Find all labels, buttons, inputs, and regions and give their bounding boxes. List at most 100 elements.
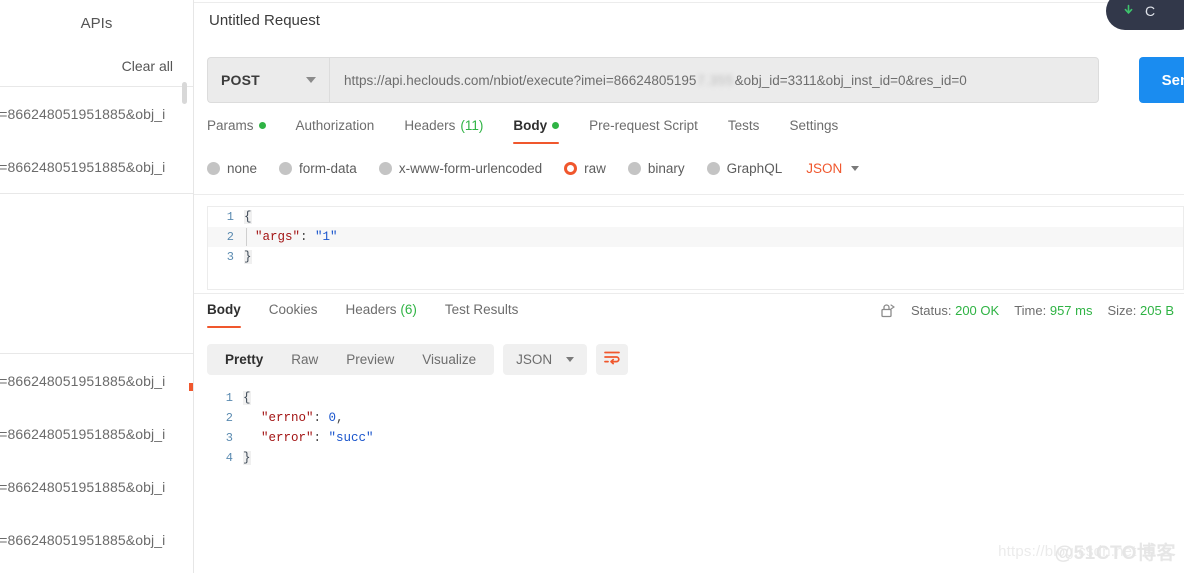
http-method-label: POST [221, 72, 260, 88]
response-format-select[interactable]: JSON [503, 344, 588, 375]
code-key: "args" [255, 230, 301, 244]
response-body-viewer[interactable]: 1 { 2 "errno" : 0 , 3 "error" : "succ" 4… [207, 388, 1184, 468]
history-group-2: | | | [0, 194, 193, 353]
code-colon: : [300, 230, 316, 244]
sidebar: APIs Clear all i=866248051951885&obj_i i… [0, 0, 194, 573]
list-item[interactable]: | [0, 247, 193, 300]
request-body-editor[interactable]: 1 { 2 "args" : "1" 3 } [207, 206, 1184, 290]
view-preview-button[interactable]: Preview [332, 344, 408, 375]
body-type-radios: none form-data x-www-form-urlencoded raw… [207, 161, 860, 176]
status-label: Status: [911, 303, 952, 318]
runner-pill[interactable]: C [1106, 0, 1184, 30]
view-pretty-button[interactable]: Pretty [211, 344, 277, 375]
history-group-3: i=866248051951885&obj_i i=86624805195188… [0, 354, 193, 566]
response-tab-headers[interactable]: Headers (6) [346, 302, 417, 328]
url-suffix: &obj_id=3311&obj_inst_id=0&res_id=0 [734, 72, 967, 88]
url-input[interactable]: https://api.heclouds.com/nbiot/execute?i… [329, 57, 1099, 103]
list-item[interactable]: i=866248051951885&obj_i [0, 407, 193, 460]
sidebar-accent-marker [189, 383, 193, 391]
response-format-label: JSON [516, 352, 553, 367]
list-item[interactable]: i=866248051951885&obj_i [0, 513, 193, 566]
indent-guide [246, 228, 247, 246]
http-method-select[interactable]: POST [207, 57, 329, 103]
code-value: 0 [328, 411, 337, 425]
tab-tests[interactable]: Tests [728, 118, 776, 144]
response-tab-test-results[interactable]: Test Results [445, 302, 519, 328]
list-item[interactable]: | [0, 300, 193, 353]
list-item[interactable]: i=866248051951885&obj_i [0, 87, 193, 140]
history-group-1: i=866248051951885&obj_i i=86624805195188… [0, 87, 193, 193]
time-label: Time: [1014, 303, 1047, 318]
view-raw-button[interactable]: Raw [277, 344, 332, 375]
chevron-down-icon [306, 77, 316, 83]
code-key: "errno" [261, 411, 314, 425]
size-value: 205 B [1140, 303, 1174, 318]
list-item[interactable]: i=866248051951885&obj_i [0, 460, 193, 513]
body-type-graphql[interactable]: GraphQL [706, 161, 782, 176]
time-value: 957 ms [1049, 303, 1093, 318]
line-number: 3 [225, 431, 233, 445]
body-type-binary[interactable]: binary [627, 161, 685, 176]
tab-settings[interactable]: Settings [789, 118, 854, 144]
chevron-down-icon [851, 166, 860, 171]
tab-authorization[interactable]: Authorization [296, 118, 391, 144]
body-format-select[interactable]: JSON [806, 161, 860, 176]
list-item[interactable]: | [0, 194, 193, 247]
view-visualize-button[interactable]: Visualize [408, 344, 490, 375]
code-line: 1 { [208, 207, 1183, 227]
tab-pre-request-script[interactable]: Pre-request Script [589, 118, 714, 144]
history-item-label: i=866248051951885&obj_i [0, 425, 166, 442]
size-group: Size: 205 B [1107, 303, 1174, 318]
watermark: https://blog.csdn.net @51CTO博客 [998, 538, 1176, 565]
radio-icon [279, 162, 293, 175]
list-item[interactable]: i=866248051951885&obj_i [0, 140, 193, 193]
tab-body-label: Body [513, 118, 548, 133]
code-text: { [243, 391, 251, 405]
code-line: 3 "error" : "succ" [207, 428, 1184, 448]
sidebar-scrollbar[interactable] [182, 82, 187, 104]
tab-params-label: Params [207, 118, 254, 133]
url-prefix: https://api.heclouds.com/nbiot/execute?i… [344, 72, 697, 88]
download-arrow-icon [1122, 4, 1135, 19]
body-modified-dot-icon [552, 122, 560, 129]
body-type-none[interactable]: none [207, 161, 257, 176]
top-strip [194, 0, 1184, 3]
body-type-form-data[interactable]: form-data [279, 161, 357, 176]
list-item[interactable]: i=866248051951885&obj_i [0, 354, 193, 407]
line-number: 1 [226, 210, 234, 224]
code-line: 1 { [207, 388, 1184, 408]
body-type-none-label: none [227, 161, 258, 176]
lock-icon [879, 302, 896, 319]
tab-tests-label: Tests [727, 118, 760, 133]
radio-icon [378, 162, 392, 175]
body-type-urlencoded-label: x-www-form-urlencoded [398, 161, 543, 176]
code-key: "error" [261, 431, 314, 445]
response-tab-cookies[interactable]: Cookies [269, 302, 318, 328]
status-group: Status: 200 OK [911, 303, 999, 318]
line-number: 3 [226, 250, 234, 264]
response-tab-body[interactable]: Body [207, 302, 241, 328]
body-type-raw[interactable]: raw [564, 161, 606, 176]
response-tab-cookies-label: Cookies [268, 302, 318, 317]
runner-pill-label: C [1145, 3, 1156, 19]
code-text: } [243, 451, 251, 465]
body-type-form-data-label: form-data [299, 161, 357, 176]
wrap-lines-button[interactable] [596, 344, 629, 375]
tab-headers[interactable]: Headers (11) [404, 118, 499, 144]
body-type-urlencoded[interactable]: x-www-form-urlencoded [378, 161, 543, 176]
radio-icon [207, 162, 220, 175]
radio-icon [627, 162, 641, 175]
tab-params[interactable]: Params [207, 118, 282, 144]
tab-body[interactable]: Body [513, 118, 575, 144]
main-panel: Untitled Request C POST https://api.hecl… [194, 0, 1184, 573]
response-meta: Status: 200 OK Time: 957 ms Size: 205 B [879, 302, 1174, 319]
line-number: 2 [226, 230, 234, 244]
code-value: "1" [315, 230, 338, 244]
code-colon: : [313, 431, 329, 445]
clear-all-button[interactable]: Clear all [122, 58, 173, 74]
line-number: 4 [225, 451, 233, 465]
code-text: { [244, 210, 252, 224]
code-line: 2 "args" : "1" [208, 227, 1183, 247]
line-number: 2 [225, 411, 233, 425]
send-button[interactable]: Send [1139, 57, 1184, 103]
